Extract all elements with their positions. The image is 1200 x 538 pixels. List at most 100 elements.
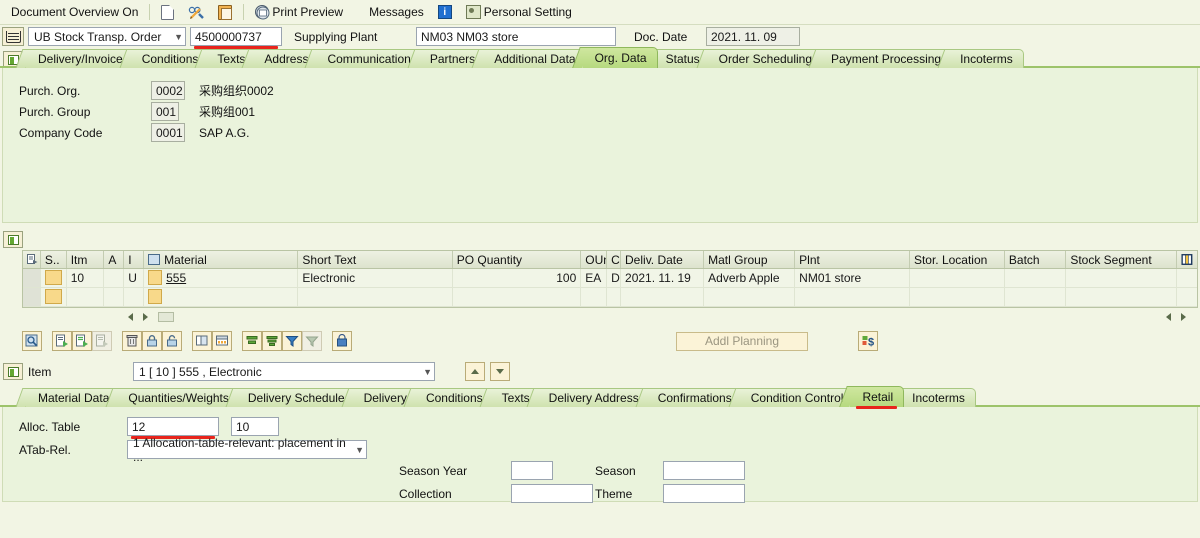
cell-material[interactable]: 555 xyxy=(144,269,299,287)
display-change-button[interactable] xyxy=(181,2,211,23)
print-preview-button[interactable]: Print Preview xyxy=(248,2,350,23)
insert-row-button[interactable] xyxy=(52,331,72,351)
alloc-table-item-input[interactable]: 10 xyxy=(231,417,279,436)
alloc-table-input[interactable]: 12 xyxy=(127,417,219,436)
document-button[interactable] xyxy=(154,2,181,23)
column-header-delivdate[interactable]: Deliv. Date xyxy=(621,251,705,268)
column-header-c[interactable]: C xyxy=(607,251,622,268)
cell-batch[interactable] xyxy=(1005,288,1067,306)
document-number-input[interactable]: 4500000737 xyxy=(190,27,282,46)
info-button[interactable]: i xyxy=(431,2,459,23)
header-tab-incoterms[interactable]: Incoterms xyxy=(937,49,1024,68)
column-header-stockseg[interactable]: Stock Segment xyxy=(1066,251,1178,268)
grid-scroll-left-button[interactable] xyxy=(128,313,133,321)
currency-button[interactable]: $ xyxy=(858,331,878,351)
grid-scroll-right-button[interactable] xyxy=(143,313,148,321)
grid-resize-grip[interactable] xyxy=(158,312,174,322)
grid-configuration-icon[interactable] xyxy=(1177,251,1197,268)
purchase-order-icon-button[interactable] xyxy=(2,27,24,46)
cell-sel[interactable] xyxy=(23,269,41,287)
cell-a[interactable] xyxy=(104,288,125,306)
next-item-button[interactable] xyxy=(490,362,510,381)
document-type-dropdown[interactable]: UB Stock Transp. Order ▼ xyxy=(28,27,186,46)
filter-button[interactable] xyxy=(282,331,302,351)
cell-plnt[interactable] xyxy=(795,288,910,306)
cell-status[interactable] xyxy=(41,269,67,287)
grid-scroll-left-button-right[interactable] xyxy=(1166,313,1171,321)
lock-button[interactable] xyxy=(142,331,162,351)
cell-material[interactable] xyxy=(144,288,299,306)
cell-oun[interactable]: EA xyxy=(581,269,608,287)
cell-status[interactable] xyxy=(41,288,67,306)
cell-shorttext[interactable]: Electronic xyxy=(298,269,453,287)
cell-a[interactable] xyxy=(104,269,125,287)
header-tab-delivery-invoice[interactable]: Delivery/Invoice xyxy=(15,49,134,68)
cell-stockseg[interactable] xyxy=(1066,288,1178,306)
column-header-status[interactable]: S.. xyxy=(41,251,67,268)
status-indicator-box[interactable] xyxy=(44,289,62,304)
item-tab-condition-control[interactable]: Condition Control xyxy=(728,388,855,407)
item-detail-expand-button[interactable] xyxy=(3,363,23,380)
cell-stockseg[interactable] xyxy=(1066,269,1178,287)
sort-descending-button[interactable] xyxy=(262,331,282,351)
item-tab-retail[interactable]: Retail xyxy=(839,386,905,409)
org-data-input-0[interactable]: 0002 xyxy=(151,81,185,100)
addl-planning-button[interactable]: Addl Planning xyxy=(676,331,808,351)
material-indicator-box[interactable] xyxy=(148,270,163,285)
document-overview-button[interactable]: Document Overview On xyxy=(4,2,145,23)
header-tab-additional-data[interactable]: Additional Data xyxy=(471,49,587,68)
doc-date-input[interactable]: 2021. 11. 09 xyxy=(706,27,800,46)
messages-button[interactable]: Messages xyxy=(362,2,431,23)
cell-shorttext[interactable] xyxy=(298,288,453,306)
cell-storloc[interactable] xyxy=(910,269,1005,287)
delete-row-button[interactable] xyxy=(122,331,142,351)
personal-setting-button[interactable]: Personal Setting xyxy=(459,2,579,23)
org-data-input-2[interactable]: 0001 xyxy=(151,123,185,142)
item-tab-delivery-address[interactable]: Delivery Address xyxy=(526,388,650,407)
column-header-storloc[interactable]: Stor. Location xyxy=(910,251,1005,268)
duplicate-button[interactable] xyxy=(192,331,212,351)
cell-i[interactable] xyxy=(124,288,145,306)
cell-plnt[interactable]: NM01 store xyxy=(795,269,910,287)
cell-i[interactable]: U xyxy=(124,269,145,287)
print-table-button[interactable] xyxy=(302,331,322,351)
cell-c[interactable]: D xyxy=(607,269,622,287)
cell-batch[interactable] xyxy=(1005,269,1067,287)
header-tab-order-scheduling[interactable]: Order Scheduling xyxy=(696,49,824,68)
column-header-matlgroup[interactable]: Matl Group xyxy=(704,251,796,268)
status-indicator-box[interactable] xyxy=(44,270,62,285)
paste-row-button[interactable] xyxy=(92,331,112,351)
collection-input[interactable] xyxy=(511,484,593,503)
sort-ascending-button[interactable] xyxy=(242,331,262,351)
column-header-oun[interactable]: OUn xyxy=(581,251,608,268)
table-settings-button[interactable] xyxy=(212,331,232,351)
item-tab-quantities-weights[interactable]: Quantities/Weights xyxy=(105,388,240,407)
column-header-material[interactable]: Material xyxy=(144,251,299,268)
column-header-i[interactable]: I xyxy=(124,251,145,268)
column-header-batch[interactable]: Batch xyxy=(1005,251,1067,268)
column-header-shorttext[interactable]: Short Text xyxy=(298,251,453,268)
supplying-plant-input[interactable]: NM03 NM03 store xyxy=(416,27,616,46)
cell-delivdate[interactable]: 2021. 11. 19 xyxy=(621,269,705,287)
org-data-input-1[interactable]: 001 xyxy=(151,102,179,121)
item-overview-expand-button[interactable] xyxy=(3,231,23,248)
previous-item-button[interactable] xyxy=(465,362,485,381)
material-indicator-box[interactable] xyxy=(148,289,163,304)
cell-sel[interactable] xyxy=(23,288,41,306)
cell-itm[interactable]: 10 xyxy=(67,269,105,287)
cell-poqty[interactable] xyxy=(453,288,582,306)
column-header-itm[interactable]: Itm xyxy=(67,251,105,268)
hold-button[interactable] xyxy=(211,2,239,23)
copy-row-button[interactable] xyxy=(72,331,92,351)
export-button[interactable] xyxy=(332,331,352,351)
search-button[interactable] xyxy=(22,331,42,351)
season-input[interactable] xyxy=(663,461,745,480)
atab-rel-dropdown[interactable]: 1 Allocation-table-relevant: placement i… xyxy=(127,436,367,464)
cell-itm[interactable] xyxy=(67,288,105,306)
cell-storloc[interactable] xyxy=(910,288,1005,306)
grid-scroll-right-button-right[interactable] xyxy=(1181,313,1186,321)
column-header-a[interactable]: A xyxy=(104,251,125,268)
item-tab-incoterms[interactable]: Incoterms xyxy=(889,388,976,407)
header-tab-communication[interactable]: Communication xyxy=(304,49,422,68)
unlock-button[interactable] xyxy=(162,331,182,351)
